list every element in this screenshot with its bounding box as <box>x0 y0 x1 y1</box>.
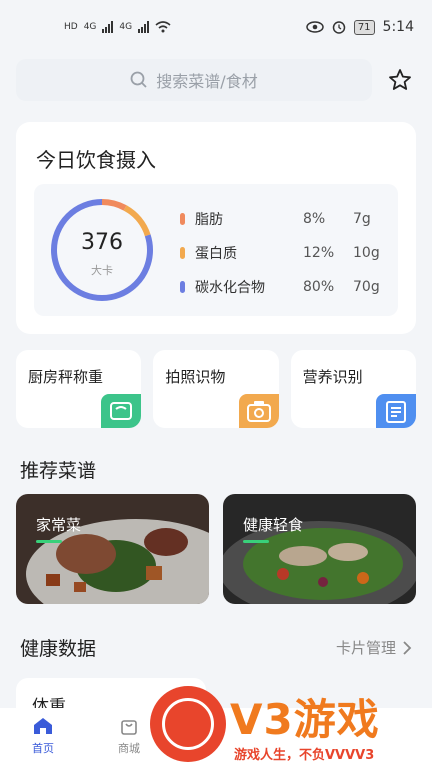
tools-row: 厨房秤称重 拍照识物 营养识别 <box>16 350 416 428</box>
home-icon <box>34 718 52 734</box>
recipe-label: 家常菜 <box>36 516 82 534</box>
document-icon <box>375 394 416 428</box>
kitchen-scale-button[interactable]: 厨房秤称重 <box>16 350 142 428</box>
favorite-button[interactable] <box>384 64 416 96</box>
protein-dot <box>180 247 185 259</box>
watermark-title: V3游戏 <box>230 695 380 744</box>
tool-label: 拍照识物 <box>165 368 226 386</box>
signal-icon-2 <box>138 21 150 33</box>
kcal-value: 376 <box>81 230 123 255</box>
nutrient-list: 脂肪 8% 7g 蛋白质 12% 10g 碳水化合物 80% 70g <box>180 202 388 304</box>
network-label-1: 4G <box>83 22 97 32</box>
nav-home[interactable]: 首页 <box>0 716 86 756</box>
signal-icon <box>102 21 114 33</box>
search-placeholder: 搜索菜谱/食材 <box>156 72 258 91</box>
battery-indicator: 71 <box>353 19 375 35</box>
nutrient-amount: 7g <box>353 211 371 227</box>
intake-card[interactable]: 今日饮食摄入 376 大卡 脂肪 8% 7g 蛋白质 12% 10g 碳水化合物 <box>16 122 416 334</box>
watermark-slogan: 游戏人生，不负VVVV3 <box>234 748 375 763</box>
intake-title: 今日饮食摄入 <box>36 148 156 172</box>
nutrient-percent: 80% <box>303 279 335 295</box>
search-input[interactable]: 搜索菜谱/食材 <box>16 59 372 101</box>
nutrient-name: 蛋白质 <box>195 246 237 262</box>
search-icon <box>130 71 147 88</box>
shop-bag-icon <box>121 720 137 735</box>
kcal-unit: 大卡 <box>91 264 113 277</box>
calorie-ring: 376 大卡 <box>48 196 156 304</box>
signal-indicators: HD 4G 4G <box>64 21 171 33</box>
recipe-label: 健康轻食 <box>243 516 304 534</box>
carbs-dot <box>180 281 185 293</box>
search-row: 搜索菜谱/食材 <box>16 58 416 102</box>
network-label-2: 4G <box>119 22 133 32</box>
recipe-photo <box>16 494 209 604</box>
recipe-card-light-meal[interactable]: 健康轻食 <box>223 494 416 604</box>
clock: 5:14 <box>382 19 414 35</box>
star-icon <box>389 69 411 90</box>
nutrient-row-carbs: 碳水化合物 80% 70g <box>180 270 388 304</box>
tool-label: 厨房秤称重 <box>28 368 104 386</box>
recipe-card-home-cooking[interactable]: 家常菜 <box>16 494 209 604</box>
recipe-row: 家常菜 健康轻食 <box>16 494 416 604</box>
recipe-photo <box>223 494 416 604</box>
nutrient-row-protein: 蛋白质 12% 10g <box>180 236 388 270</box>
card-manage-link[interactable]: 卡片管理 <box>336 637 412 658</box>
fat-dot <box>180 213 185 225</box>
photo-recognition-button[interactable]: 拍照识物 <box>153 350 279 428</box>
eye-icon <box>306 21 324 33</box>
nutrient-name: 脂肪 <box>195 212 223 228</box>
nutrient-name: 碳水化合物 <box>195 280 265 296</box>
card-manage-label: 卡片管理 <box>335 639 396 657</box>
wifi-icon <box>155 21 171 33</box>
tool-label: 营养识别 <box>302 368 363 386</box>
nutrient-percent: 8% <box>303 211 326 227</box>
nav-label: 首页 <box>32 742 54 755</box>
health-title: 健康数据 <box>20 638 97 660</box>
nutrition-recognition-button[interactable]: 营养识别 <box>290 350 416 428</box>
watermark-circle <box>150 686 226 762</box>
camera-icon <box>238 394 279 428</box>
intake-summary: 376 大卡 脂肪 8% 7g 蛋白质 12% 10g 碳水化合物 80% 70… <box>34 184 398 316</box>
status-right: 71 5:14 <box>306 19 414 35</box>
chevron-right-icon <box>403 640 412 655</box>
nutrient-amount: 10g <box>353 245 380 261</box>
status-bar: HD 4G 4G 71 5:14 <box>0 0 432 54</box>
hd-label: HD <box>64 22 78 32</box>
nav-label: 商城 <box>118 742 140 755</box>
nutrient-percent: 12% <box>303 245 335 261</box>
watermark-logo: V3游戏 游戏人生，不负VVVV3 <box>150 672 432 768</box>
recipe-underline <box>243 540 269 543</box>
nutrient-amount: 70g <box>353 279 380 295</box>
nutrient-row-fat: 脂肪 8% 7g <box>180 202 388 236</box>
recipe-underline <box>36 540 62 543</box>
health-header: 健康数据 卡片管理 <box>20 634 412 661</box>
alarm-icon <box>332 21 346 34</box>
recommend-title: 推荐菜谱 <box>20 460 97 482</box>
scale-icon <box>101 394 142 428</box>
